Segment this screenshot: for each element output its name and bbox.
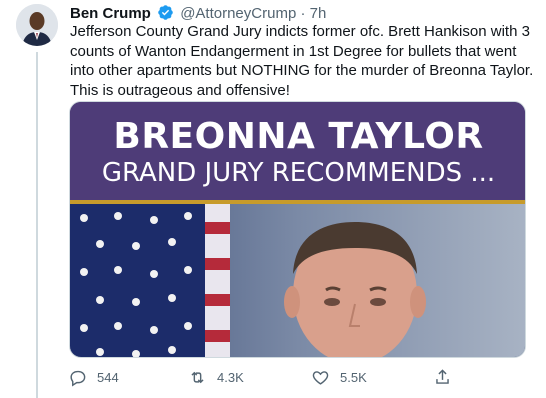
retweet-icon <box>188 368 207 387</box>
media-photo <box>70 204 525 357</box>
like-button[interactable]: 5.5K <box>311 366 367 388</box>
media-headline: BREONNA TAYLOR <box>113 116 484 157</box>
avatar[interactable] <box>16 4 58 46</box>
like-count: 5.5K <box>340 369 367 385</box>
heart-icon <box>311 368 330 387</box>
reply-button[interactable]: 544 <box>68 366 119 388</box>
tweet-actions: 544 4.3K 5.5K <box>68 366 488 388</box>
tweet-text: Jefferson County Grand Jury indicts form… <box>70 23 534 99</box>
timestamp[interactable]: 7h <box>310 5 327 22</box>
share-button[interactable] <box>433 366 452 388</box>
retweet-count: 4.3K <box>217 369 244 385</box>
tweet[interactable]: Ben Crump @AttorneyCrump · 7h Jefferson … <box>0 0 546 398</box>
media-banner: BREONNA TAYLOR GRAND JURY RECOMMENDS ... <box>70 102 525 200</box>
author-handle[interactable]: @AttorneyCrump <box>180 5 296 22</box>
reply-icon <box>68 368 87 387</box>
share-icon <box>433 368 452 387</box>
retweet-button[interactable]: 4.3K <box>188 366 244 388</box>
reply-count: 544 <box>97 369 119 385</box>
tweet-media-image[interactable]: BREONNA TAYLOR GRAND JURY RECOMMENDS ... <box>69 101 526 358</box>
media-subheadline: GRAND JURY RECOMMENDS ... <box>101 158 496 188</box>
thread-line <box>36 52 38 398</box>
author-name[interactable]: Ben Crump <box>70 5 151 22</box>
separator-dot: · <box>300 5 306 22</box>
